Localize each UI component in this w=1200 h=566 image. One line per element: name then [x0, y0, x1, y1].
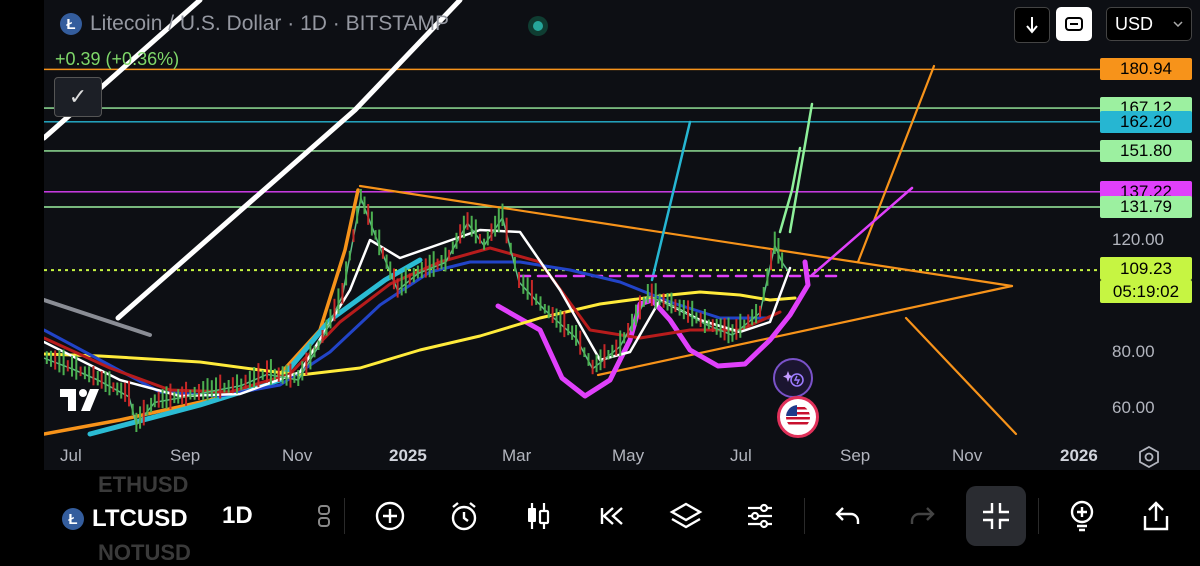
- ma-white: [44, 228, 792, 398]
- level-price-label: 162.20: [1100, 110, 1192, 133]
- litecoin-logo-icon: Ł: [60, 13, 82, 35]
- symbol-button[interactable]: Ł LTCUSD: [62, 505, 188, 533]
- symbol-title-text: Litecoin / U.S. Dollar · 1D · BITSTAMP: [90, 12, 450, 35]
- symbol-title[interactable]: Ł Litecoin / U.S. Dollar · 1D · BITSTAMP: [60, 12, 449, 36]
- projection-green: [788, 102, 814, 234]
- redo-icon: [902, 496, 942, 536]
- level-price-label: 131.79: [1100, 195, 1192, 218]
- x-tick-label: Nov: [952, 446, 983, 465]
- x-tick-label: Sep: [840, 446, 871, 465]
- y-tick-label: 60.00: [1112, 398, 1155, 417]
- x-tick-label: 2026: [1060, 446, 1098, 465]
- fullscreen-exit-button[interactable]: [966, 486, 1026, 546]
- ai-sparkle-icon[interactable]: [773, 358, 813, 398]
- symbol-button-label: LTCUSD: [92, 505, 188, 532]
- x-tick-label: Jul: [730, 446, 752, 465]
- projection-cyan: [650, 120, 692, 282]
- replay-rewind-icon[interactable]: [592, 496, 632, 536]
- undo-icon[interactable]: [828, 496, 868, 536]
- settings-icon[interactable]: [1138, 445, 1160, 469]
- interval-button[interactable]: 1D: [222, 502, 253, 530]
- currency-value: USD: [1115, 13, 1154, 34]
- download-button[interactable]: [1014, 7, 1050, 43]
- level-price-label: 151.80: [1100, 139, 1192, 162]
- x-tick-label: May: [612, 446, 645, 465]
- snapshot-button[interactable]: [1056, 7, 1092, 41]
- ghost-symbol-below: NOTUSD: [98, 540, 191, 565]
- chart-svg[interactable]: [44, 0, 1100, 470]
- toolbar-divider: [344, 498, 345, 534]
- tradingview-logo-icon: [60, 387, 106, 420]
- projection-orange: [856, 64, 936, 264]
- y-tick-label: 80.00: [1112, 342, 1155, 361]
- x-tick-label: Jul: [60, 446, 82, 465]
- bar-countdown-label: 05:19:02: [1100, 280, 1192, 303]
- currency-select[interactable]: USD: [1106, 7, 1192, 41]
- x-tick-label: Nov: [282, 446, 313, 465]
- drag-handle-icon[interactable]: [304, 496, 344, 536]
- x-tick-label: Sep: [170, 446, 201, 465]
- layers-icon[interactable]: [666, 496, 706, 536]
- refresh-icon: [1065, 17, 1083, 31]
- toolbar-divider: [804, 498, 805, 534]
- litecoin-logo-icon: Ł: [62, 508, 84, 530]
- y-tick-label: 120.00: [1112, 230, 1164, 249]
- pattern-arc-magenta: [495, 259, 811, 399]
- x-tick-label: 2025: [389, 446, 427, 465]
- chevron-icon: ✓: [68, 84, 88, 109]
- sliders-icon[interactable]: [740, 496, 780, 536]
- price-change: +0.39 (+0.36%): [55, 49, 180, 69]
- left-margin: [0, 0, 44, 554]
- candles-icon[interactable]: [518, 496, 558, 536]
- toolbar-divider: [1038, 498, 1039, 534]
- collapse-arrows-icon: [983, 503, 1009, 529]
- share-icon[interactable]: [1136, 496, 1176, 536]
- x-tick-label: Mar: [502, 446, 532, 465]
- projection-orange-down: [904, 316, 1018, 436]
- us-flag-event-icon[interactable]: [777, 396, 819, 438]
- ghost-symbol-above: ETHUSD: [98, 472, 189, 497]
- idea-bulb-icon[interactable]: [1062, 496, 1102, 536]
- chevron-down-icon: [1173, 21, 1183, 27]
- level-price-label: 180.94: [1100, 58, 1192, 81]
- last-price-label: 109.23: [1100, 257, 1192, 280]
- market-open-icon: [528, 16, 548, 36]
- collapse-legend-button[interactable]: ✓: [54, 77, 102, 117]
- alarm-clock-icon[interactable]: [444, 496, 484, 536]
- chart-canvas[interactable]: [44, 0, 1100, 470]
- arrow-down-icon: [1026, 17, 1038, 34]
- add-plus-icon[interactable]: [370, 496, 410, 536]
